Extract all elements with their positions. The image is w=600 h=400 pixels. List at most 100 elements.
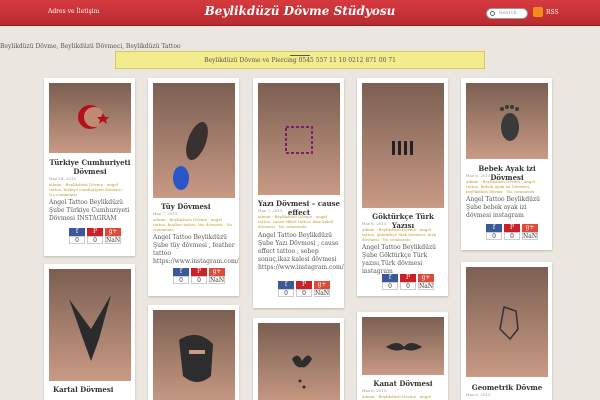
post-thumbnail[interactable] [362,83,444,208]
facebook-share-button[interactable]: f0 [278,281,294,297]
post-date: Haz 7, 2015 [258,208,283,213]
gplus-share-button[interactable]: g+ NaN [209,268,225,284]
gplus-icon: g+ [212,268,222,275]
pinterest-share-button[interactable]: P0 [400,274,416,290]
post-thumbnail[interactable] [466,267,548,377]
gplus-share-button[interactable]: g+ NaN [105,228,121,244]
post-thumbnail[interactable] [362,317,444,375]
post-card[interactable] [148,305,239,400]
pinterest-share-button[interactable]: P0 [87,228,103,244]
post-thumbnail[interactable] [153,310,235,400]
share-bar: f0 P0 g+ NaN [278,281,338,297]
post-date: Haz 6, 2015 [466,392,491,397]
post-title[interactable]: Kanat Dövmesi [362,379,444,388]
share-bar: f0 P0 g+ NaN [173,268,233,284]
facebook-count: 0 [382,282,398,290]
gplus-count: NaN [314,289,330,297]
share-bar: f0 P0 g+ NaN [69,228,129,244]
facebook-share-button[interactable]: f0 [173,268,189,284]
pinterest-icon: P [509,224,515,231]
share-bar: f0 P0 g+ NaN [486,224,546,240]
post-thumbnail[interactable] [49,269,131,381]
post-thumbnail[interactable] [258,83,340,195]
gplus-share-button[interactable]: g+ NaN [522,224,538,240]
share-bar: f0 P0 g+ NaN [382,274,442,290]
post-title[interactable]: Türkiye Cumhuriyeti Dövmesi [49,158,131,176]
search-icon [490,11,495,16]
post-meta[interactable]: admin · Beylikdüzü Dövme · angel tattoo,… [362,227,444,242]
post-title[interactable]: Kartal Dövmesi [49,385,131,394]
post-card[interactable]: Tüy Dövmesi Haz 7, 2015 admin · Beylikdü… [148,78,239,296]
pinterest-share-button[interactable]: P0 [191,268,207,284]
post-meta[interactable]: admin · Beylikdüzü Dövme · angel tattoo,… [258,214,340,229]
gplus-icon: g+ [108,228,118,235]
tattoo-illustration [292,355,312,389]
post-title[interactable]: Tüy Dövmesi [153,202,235,211]
facebook-count: 0 [486,232,502,240]
post-excerpt: Angel Tattoo Beylikdüzü Şube Göktürkçe T… [362,244,437,275]
gplus-share-button[interactable]: g+ NaN [418,274,434,290]
gplus-icon: g+ [317,281,327,288]
post-thumbnail[interactable] [466,83,548,159]
post-date: Haz 24, 2015 [49,176,77,181]
post-excerpt: Angel Tattoo Beylikdüzü Şube bebek ayak … [466,196,541,219]
facebook-share-button[interactable]: f0 [486,224,502,240]
post-thumbnail[interactable] [258,323,340,400]
gplus-icon: g+ [421,274,431,281]
facebook-count: 0 [173,276,189,284]
facebook-icon: f [179,268,183,275]
pinterest-share-button[interactable]: P0 [296,281,312,297]
tattoo-illustration [499,306,519,341]
post-excerpt: Angel Tattoo Beylikdüzü Şube Türkiye Cum… [49,199,130,222]
contact-banner: Beylikdüzü Dövme ve Piercing 0545 557 11… [115,51,485,69]
post-card[interactable]: Geometrik Dövme Haz 6, 2015 [461,262,552,400]
facebook-count: 0 [278,289,294,297]
post-date: Haz 7, 2015 [153,211,178,216]
pinterest-icon: P [92,228,98,235]
post-date: Haz 6, 2015 [362,388,387,393]
post-date: Haz 6, 2015 [362,221,387,226]
post-card[interactable] [253,318,344,400]
search-input[interactable]: Search [486,8,528,19]
post-excerpt: Angel Tattoo Beylikdüzü Şube Yazı Dövmes… [258,232,344,271]
gplus-count: NaN [522,232,538,240]
tattoo-illustration [69,295,111,361]
gplus-share-button[interactable]: g+ NaN [314,281,330,297]
category-breadcrumb[interactable]: Beylikdüzü Dövme, Beylikdüzü Dövmeci, Be… [0,43,181,50]
post-meta[interactable]: admin · Beylikdüzü Dövme · angel tattoo,… [153,217,235,232]
facebook-share-button[interactable]: f0 [69,228,85,244]
post-thumbnail[interactable] [153,83,235,198]
facebook-share-button[interactable]: f0 [382,274,398,290]
pinterest-count: 0 [504,232,520,240]
pinterest-icon: P [301,281,307,288]
post-title[interactable]: Geometrik Dövme [466,383,548,392]
tattoo-illustration [173,121,208,190]
pinterest-count: 0 [400,282,416,290]
post-card[interactable]: Bebek Ayak izi Dövmesi Haz 6, 2015 admin… [461,78,552,250]
post-meta[interactable]: admin · Beylikdüzü Dövme · angel tattoo,… [466,179,548,194]
gplus-count: NaN [418,282,434,290]
post-card[interactable]: Yazı Dövmesi – cause effect Haz 7, 2015 … [253,78,344,308]
facebook-icon: f [75,228,79,235]
post-excerpt: Angel Tattoo Beylikdüzü Şube tüy dövmesi… [153,234,239,265]
post-card[interactable]: Göktürkçe Türk Yazısı Haz 6, 2015 admin … [357,78,448,296]
banner-divider [290,55,310,56]
post-meta[interactable]: admin · Beylikdüzü Dövme · angel tattoo,… [49,182,131,197]
post-card[interactable]: Kanat Dövmesi Haz 6, 2015 admin · Beylik… [357,312,448,400]
post-card[interactable]: Kartal Dövmesi [44,264,135,400]
facebook-icon: f [284,281,288,288]
tattoo-illustration [285,126,313,154]
post-meta[interactable]: admin · Beylikdüzü Dövme · angel [362,394,444,399]
post-thumbnail[interactable] [49,83,131,153]
rss-icon[interactable] [533,7,543,17]
tattoo-illustration [386,343,422,351]
rss-link[interactable]: RSS [546,9,559,16]
gplus-count: NaN [209,276,225,284]
pinterest-share-button[interactable]: P0 [504,224,520,240]
post-card[interactable]: Türkiye Cumhuriyeti Dövmesi Haz 24, 2015… [44,78,135,256]
tattoo-illustration [392,141,413,155]
gplus-count: NaN [105,236,121,244]
pinterest-count: 0 [296,289,312,297]
search-placeholder: Search [499,10,517,16]
tattoo-illustration [500,105,519,141]
